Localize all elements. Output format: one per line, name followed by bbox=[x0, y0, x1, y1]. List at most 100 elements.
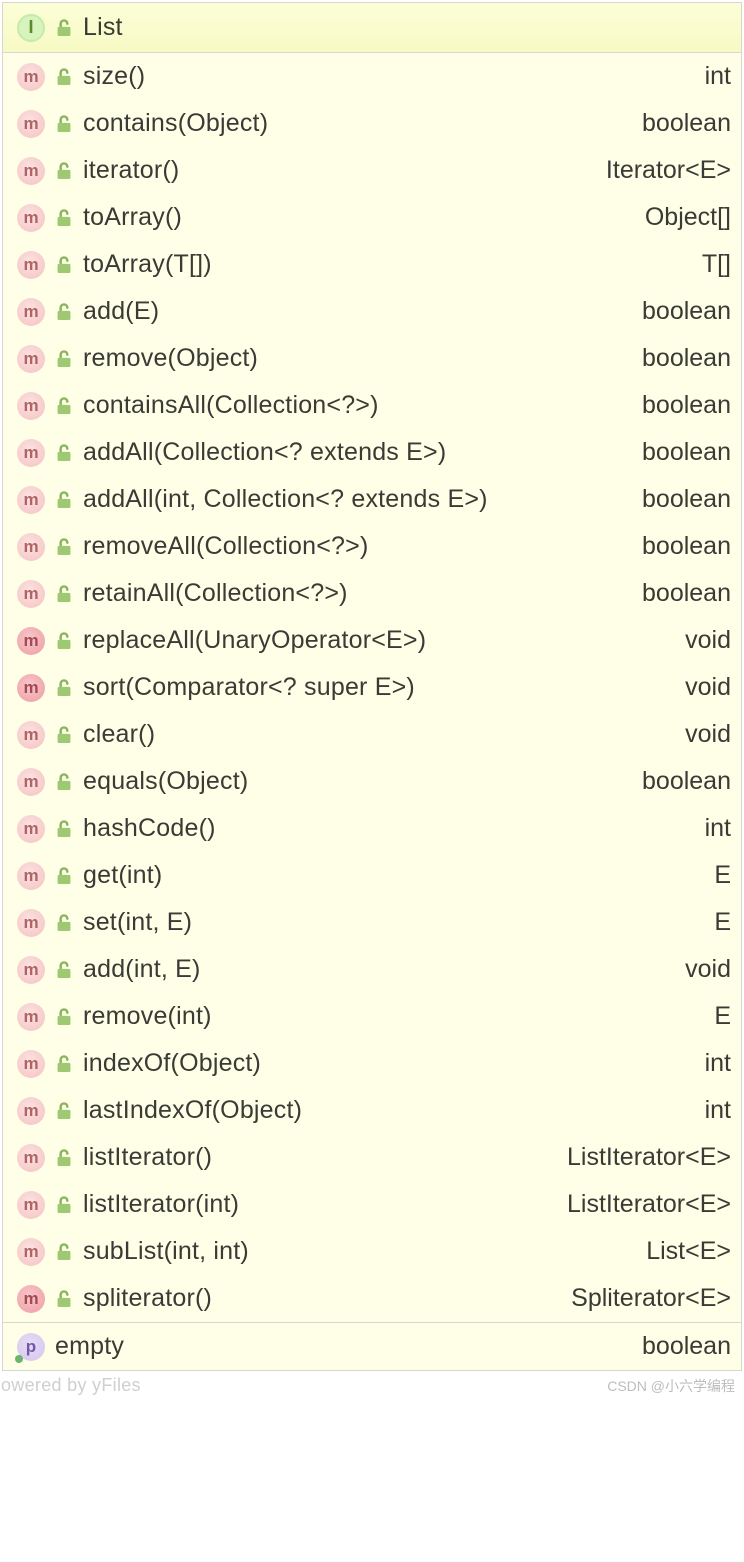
method-row[interactable]: m subList(int, int)List<E> bbox=[3, 1228, 741, 1275]
method-row[interactable]: m get(int)E bbox=[3, 852, 741, 899]
method-icon: m bbox=[17, 345, 45, 373]
unlock-icon bbox=[55, 443, 73, 463]
method-name: contains(Object) bbox=[83, 109, 632, 138]
return-type: boolean bbox=[642, 767, 731, 796]
method-row[interactable]: m remove(Object)boolean bbox=[3, 335, 741, 382]
method-name: subList(int, int) bbox=[83, 1237, 636, 1266]
method-name: iterator() bbox=[83, 156, 596, 185]
method-row[interactable]: m retainAll(Collection<?>)boolean bbox=[3, 570, 741, 617]
method-row[interactable]: m listIterator()ListIterator<E> bbox=[3, 1134, 741, 1181]
method-name: add(E) bbox=[83, 297, 632, 326]
unlock-icon bbox=[55, 1054, 73, 1074]
method-icon: m bbox=[17, 1003, 45, 1031]
method-name: set(int, E) bbox=[83, 908, 704, 937]
return-type: T[] bbox=[702, 250, 731, 279]
return-type: boolean bbox=[642, 391, 731, 420]
method-row[interactable]: m clear()void bbox=[3, 711, 741, 758]
method-icon: m bbox=[17, 1238, 45, 1266]
unlock-icon bbox=[55, 960, 73, 980]
unlock-icon bbox=[55, 584, 73, 604]
method-icon: m bbox=[17, 580, 45, 608]
class-header-row[interactable]: I List bbox=[3, 3, 741, 53]
unlock-icon bbox=[55, 18, 73, 38]
method-row[interactable]: m replaceAll(UnaryOperator<E>)void bbox=[3, 617, 741, 664]
method-row[interactable]: m equals(Object)boolean bbox=[3, 758, 741, 805]
method-name: removeAll(Collection<?>) bbox=[83, 532, 632, 561]
method-row[interactable]: m toArray() Object[] bbox=[3, 194, 741, 241]
property-name: empty bbox=[55, 1332, 632, 1361]
method-icon: m bbox=[17, 251, 45, 279]
method-name: addAll(Collection<? extends E>) bbox=[83, 438, 632, 467]
method-row[interactable]: m toArray(T[]) T[] bbox=[3, 241, 741, 288]
method-row[interactable]: m listIterator(int)ListIterator<E> bbox=[3, 1181, 741, 1228]
unlock-icon bbox=[55, 1289, 73, 1309]
method-row[interactable]: m addAll(Collection<? extends E>)boolean bbox=[3, 429, 741, 476]
method-row[interactable]: m lastIndexOf(Object)int bbox=[3, 1087, 741, 1134]
return-type: int bbox=[705, 62, 731, 91]
method-icon: m bbox=[17, 909, 45, 937]
unlock-icon bbox=[55, 490, 73, 510]
return-type: void bbox=[685, 955, 731, 984]
method-row[interactable]: m sort(Comparator<? super E>) void bbox=[3, 664, 741, 711]
unlock-icon bbox=[55, 255, 73, 275]
method-row[interactable]: m set(int, E)E bbox=[3, 899, 741, 946]
method-name: toArray() bbox=[83, 203, 635, 232]
method-icon: m bbox=[17, 298, 45, 326]
unlock-icon bbox=[55, 866, 73, 886]
background-footer-text: owered by yFiles bbox=[1, 1375, 141, 1396]
unlock-icon bbox=[55, 302, 73, 322]
unlock-icon bbox=[55, 819, 73, 839]
method-row[interactable]: m size() int bbox=[3, 53, 741, 100]
method-name: toArray(T[]) bbox=[83, 250, 692, 279]
return-type: void bbox=[685, 720, 731, 749]
return-type: int bbox=[705, 1049, 731, 1078]
method-row[interactable]: m addAll(int, Collection<? extends E>)bo… bbox=[3, 476, 741, 523]
unlock-icon bbox=[55, 208, 73, 228]
return-type: boolean bbox=[642, 109, 731, 138]
method-icon: m bbox=[17, 204, 45, 232]
unlock-icon bbox=[55, 537, 73, 557]
method-row[interactable]: m indexOf(Object)int bbox=[3, 1040, 741, 1087]
return-type: ListIterator<E> bbox=[567, 1143, 731, 1172]
method-row[interactable]: m iterator()Iterator<E> bbox=[3, 147, 741, 194]
property-row[interactable]: p empty boolean bbox=[3, 1322, 741, 1370]
method-name: replaceAll(UnaryOperator<E>) bbox=[83, 626, 675, 655]
return-type: boolean bbox=[642, 532, 731, 561]
structure-panel: I List m size() int m contains(Object) bool… bbox=[2, 2, 742, 1371]
return-type: int bbox=[705, 1096, 731, 1125]
class-name: List bbox=[83, 13, 731, 42]
method-row[interactable]: m add(int, E)void bbox=[3, 946, 741, 993]
return-type: void bbox=[685, 673, 731, 702]
method-row[interactable]: m remove(int)E bbox=[3, 993, 741, 1040]
method-name: get(int) bbox=[83, 861, 704, 890]
return-type: boolean bbox=[642, 344, 731, 373]
unlock-icon bbox=[55, 161, 73, 181]
unlock-icon bbox=[55, 678, 73, 698]
method-icon: m bbox=[17, 674, 45, 702]
method-row[interactable]: m hashCode()int bbox=[3, 805, 741, 852]
method-icon: m bbox=[17, 1191, 45, 1219]
method-row[interactable]: m spliterator()Spliterator<E> bbox=[3, 1275, 741, 1322]
method-icon: m bbox=[17, 627, 45, 655]
method-icon: m bbox=[17, 815, 45, 843]
method-name: size() bbox=[83, 62, 695, 91]
method-icon: m bbox=[17, 1285, 45, 1313]
method-row[interactable]: m add(E)boolean bbox=[3, 288, 741, 335]
unlock-icon bbox=[55, 1195, 73, 1215]
method-icon: m bbox=[17, 486, 45, 514]
unlock-icon bbox=[55, 114, 73, 134]
method-icon: m bbox=[17, 1097, 45, 1125]
return-type: Iterator<E> bbox=[606, 156, 731, 185]
method-icon: m bbox=[17, 63, 45, 91]
unlock-icon bbox=[55, 725, 73, 745]
unlock-icon bbox=[55, 396, 73, 416]
method-name: spliterator() bbox=[83, 1284, 561, 1313]
unlock-icon bbox=[55, 1148, 73, 1168]
method-name: sort(Comparator<? super E>) bbox=[83, 673, 675, 702]
method-row[interactable]: m removeAll(Collection<?>)boolean bbox=[3, 523, 741, 570]
return-type: Object[] bbox=[645, 203, 731, 232]
return-type: int bbox=[705, 814, 731, 843]
method-row[interactable]: m containsAll(Collection<?>)boolean bbox=[3, 382, 741, 429]
method-name: retainAll(Collection<?>) bbox=[83, 579, 632, 608]
method-row[interactable]: m contains(Object)boolean bbox=[3, 100, 741, 147]
